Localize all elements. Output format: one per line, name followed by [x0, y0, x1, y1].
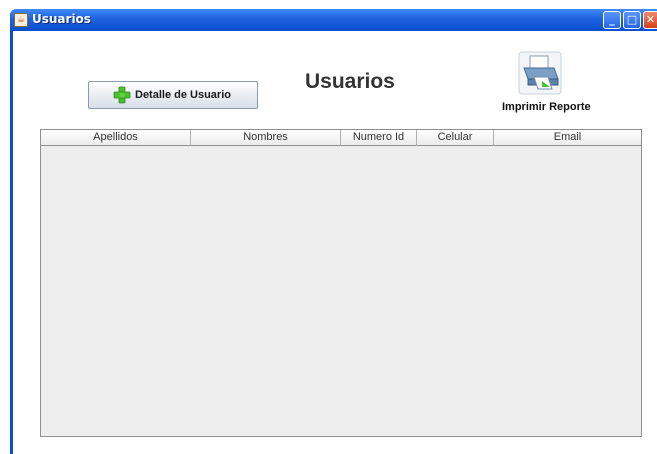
column-header-email[interactable]: Email: [494, 130, 641, 146]
column-header-numero-id[interactable]: Numero Id: [341, 130, 417, 146]
imprimir-reporte-label[interactable]: Imprimir Reporte: [502, 101, 591, 113]
table-header: Apellidos Nombres Numero Id Celular Emai…: [41, 130, 641, 146]
column-header-celular[interactable]: Celular: [417, 130, 494, 146]
plus-icon: [113, 86, 131, 104]
window-frame-left: [10, 31, 13, 454]
detalle-usuario-button[interactable]: Detalle de Usuario: [88, 81, 258, 109]
minimize-icon[interactable]: _: [603, 11, 621, 29]
app-window: ☕ Usuarios _ □ ✕ Detalle de Usuario Usua…: [0, 0, 657, 454]
column-header-apellidos[interactable]: Apellidos: [41, 130, 191, 146]
usuarios-table[interactable]: Apellidos Nombres Numero Id Celular Emai…: [40, 129, 642, 437]
title-bar[interactable]: ☕ Usuarios _ □ ✕: [10, 9, 657, 31]
window-title: Usuarios: [32, 12, 91, 26]
page-title: Usuarios: [305, 70, 395, 93]
column-header-nombres[interactable]: Nombres: [191, 130, 341, 146]
close-icon[interactable]: ✕: [643, 11, 657, 29]
java-cup-icon[interactable]: ☕: [14, 13, 28, 27]
detalle-usuario-label: Detalle de Usuario: [135, 89, 231, 101]
maximize-icon[interactable]: □: [623, 11, 641, 29]
printer-icon[interactable]: [518, 51, 562, 95]
